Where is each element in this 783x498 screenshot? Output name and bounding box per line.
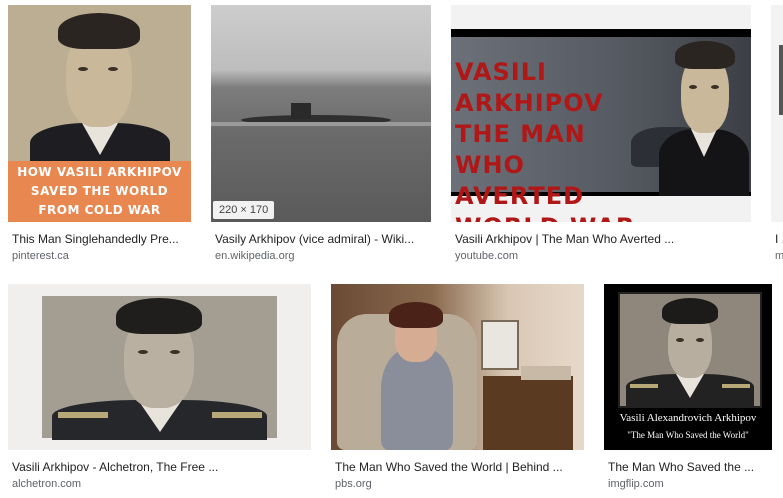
banner-text: HOW VASILI ARKHIPOV SAVED THE WORLD FROM… [17, 165, 182, 217]
result-source[interactable]: pbs.org [335, 478, 372, 490]
result-thumbnail[interactable]: Vasili Alexandrovich Arkhipov "The Man W… [604, 284, 772, 450]
result-card-youtube[interactable]: VASILI ARKHIPOV THE MAN WHO AVERTED WORL… [451, 5, 751, 265]
portrait-figure [8, 5, 191, 173]
image-size-badge: 220 × 170 [213, 201, 275, 219]
result-title[interactable]: This Man Singlehandedly Pre... [12, 232, 190, 246]
result-title[interactable]: The Man Who Saved the ... [608, 460, 772, 474]
submarine-tower [291, 103, 311, 119]
photo-frame [42, 296, 277, 440]
result-title[interactable]: Vasili Arkhipov - Alchetron, The Free ..… [12, 460, 310, 474]
result-card-imgflip[interactable]: Vasili Alexandrovich Arkhipov "The Man W… [604, 284, 772, 494]
result-source[interactable]: m [775, 250, 783, 262]
result-card-pbs[interactable]: The Man Who Saved the World | Behind ...… [331, 284, 584, 494]
woman-figure [371, 298, 461, 450]
framed-photo [481, 320, 519, 370]
portrait-figure [42, 296, 277, 440]
result-thumbnail[interactable]: VASILI ARKHIPOV THE MAN WHO AVERTED WORL… [451, 5, 751, 222]
photo-frame [618, 292, 762, 408]
result-source[interactable]: en.wikipedia.org [215, 250, 295, 262]
result-thumbnail[interactable]: 220 × 170 [211, 5, 431, 222]
result-source[interactable]: imgflip.com [608, 478, 664, 490]
caption-quote: "The Man Who Saved the World" [627, 430, 749, 440]
caption-name: Vasili Alexandrovich Arkhipov [619, 412, 757, 424]
result-thumbnail[interactable] [331, 284, 584, 450]
result-title[interactable]: I ... [775, 232, 783, 246]
result-thumbnail[interactable]: HOW VASILI ARKHIPOV SAVED THE WORLD FROM… [8, 5, 191, 222]
side-table [483, 376, 573, 450]
result-source[interactable]: youtube.com [455, 250, 518, 262]
portrait-figure [620, 294, 760, 406]
portrait-figure [651, 29, 751, 196]
result-thumbnail[interactable] [771, 5, 783, 222]
wake-foam [211, 122, 431, 126]
result-source[interactable]: alchetron.com [12, 478, 81, 490]
result-title[interactable]: Vasily Arkhipov (vice admiral) - Wiki... [215, 232, 431, 246]
result-title[interactable]: The Man Who Saved the World | Behind ... [335, 460, 583, 474]
result-card-alchetron[interactable]: Vasili Arkhipov - Alchetron, The Free ..… [8, 284, 311, 494]
result-source[interactable]: pinterest.ca [12, 250, 69, 262]
result-title[interactable]: Vasili Arkhipov | The Man Who Averted ..… [455, 232, 751, 246]
table-items [521, 366, 571, 380]
result-card-wikipedia[interactable]: 220 × 170 Vasily Arkhipov (vice admiral)… [211, 5, 431, 265]
result-thumbnail[interactable] [8, 284, 311, 450]
youtube-title-text: VASILI ARKHIPOV THE MAN WHO AVERTED WORL… [455, 58, 634, 222]
result-card-partial[interactable]: I ... m [771, 5, 783, 265]
result-card-pinterest[interactable]: HOW VASILI ARKHIPOV SAVED THE WORLD FROM… [8, 5, 191, 265]
